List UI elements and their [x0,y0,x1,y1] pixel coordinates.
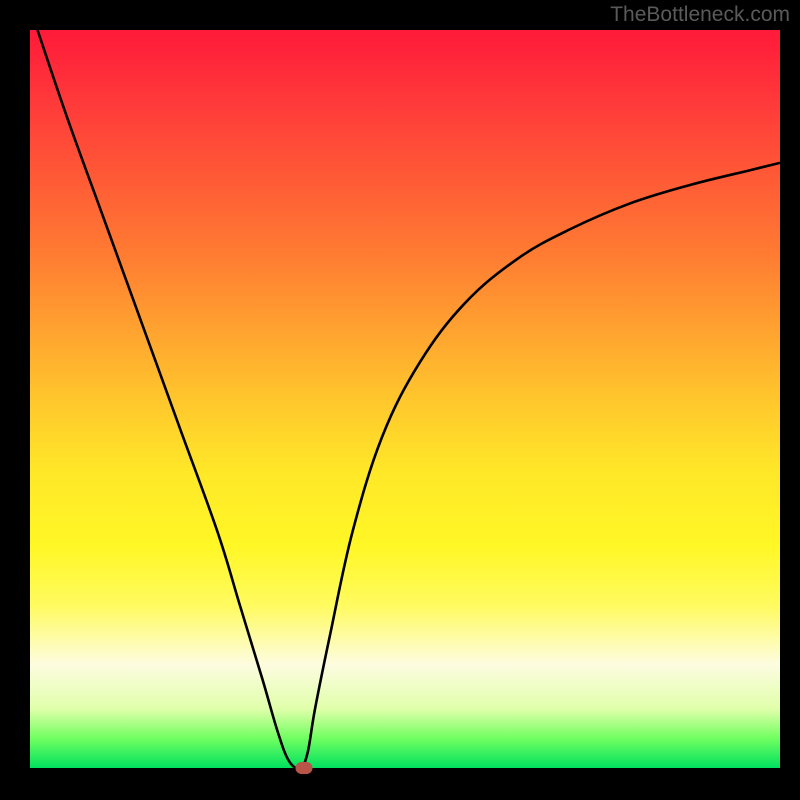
bottleneck-curve [30,30,780,768]
chart-plot-area [30,30,780,768]
watermark-text: TheBottleneck.com [610,3,790,27]
optimal-point-marker [295,762,312,774]
